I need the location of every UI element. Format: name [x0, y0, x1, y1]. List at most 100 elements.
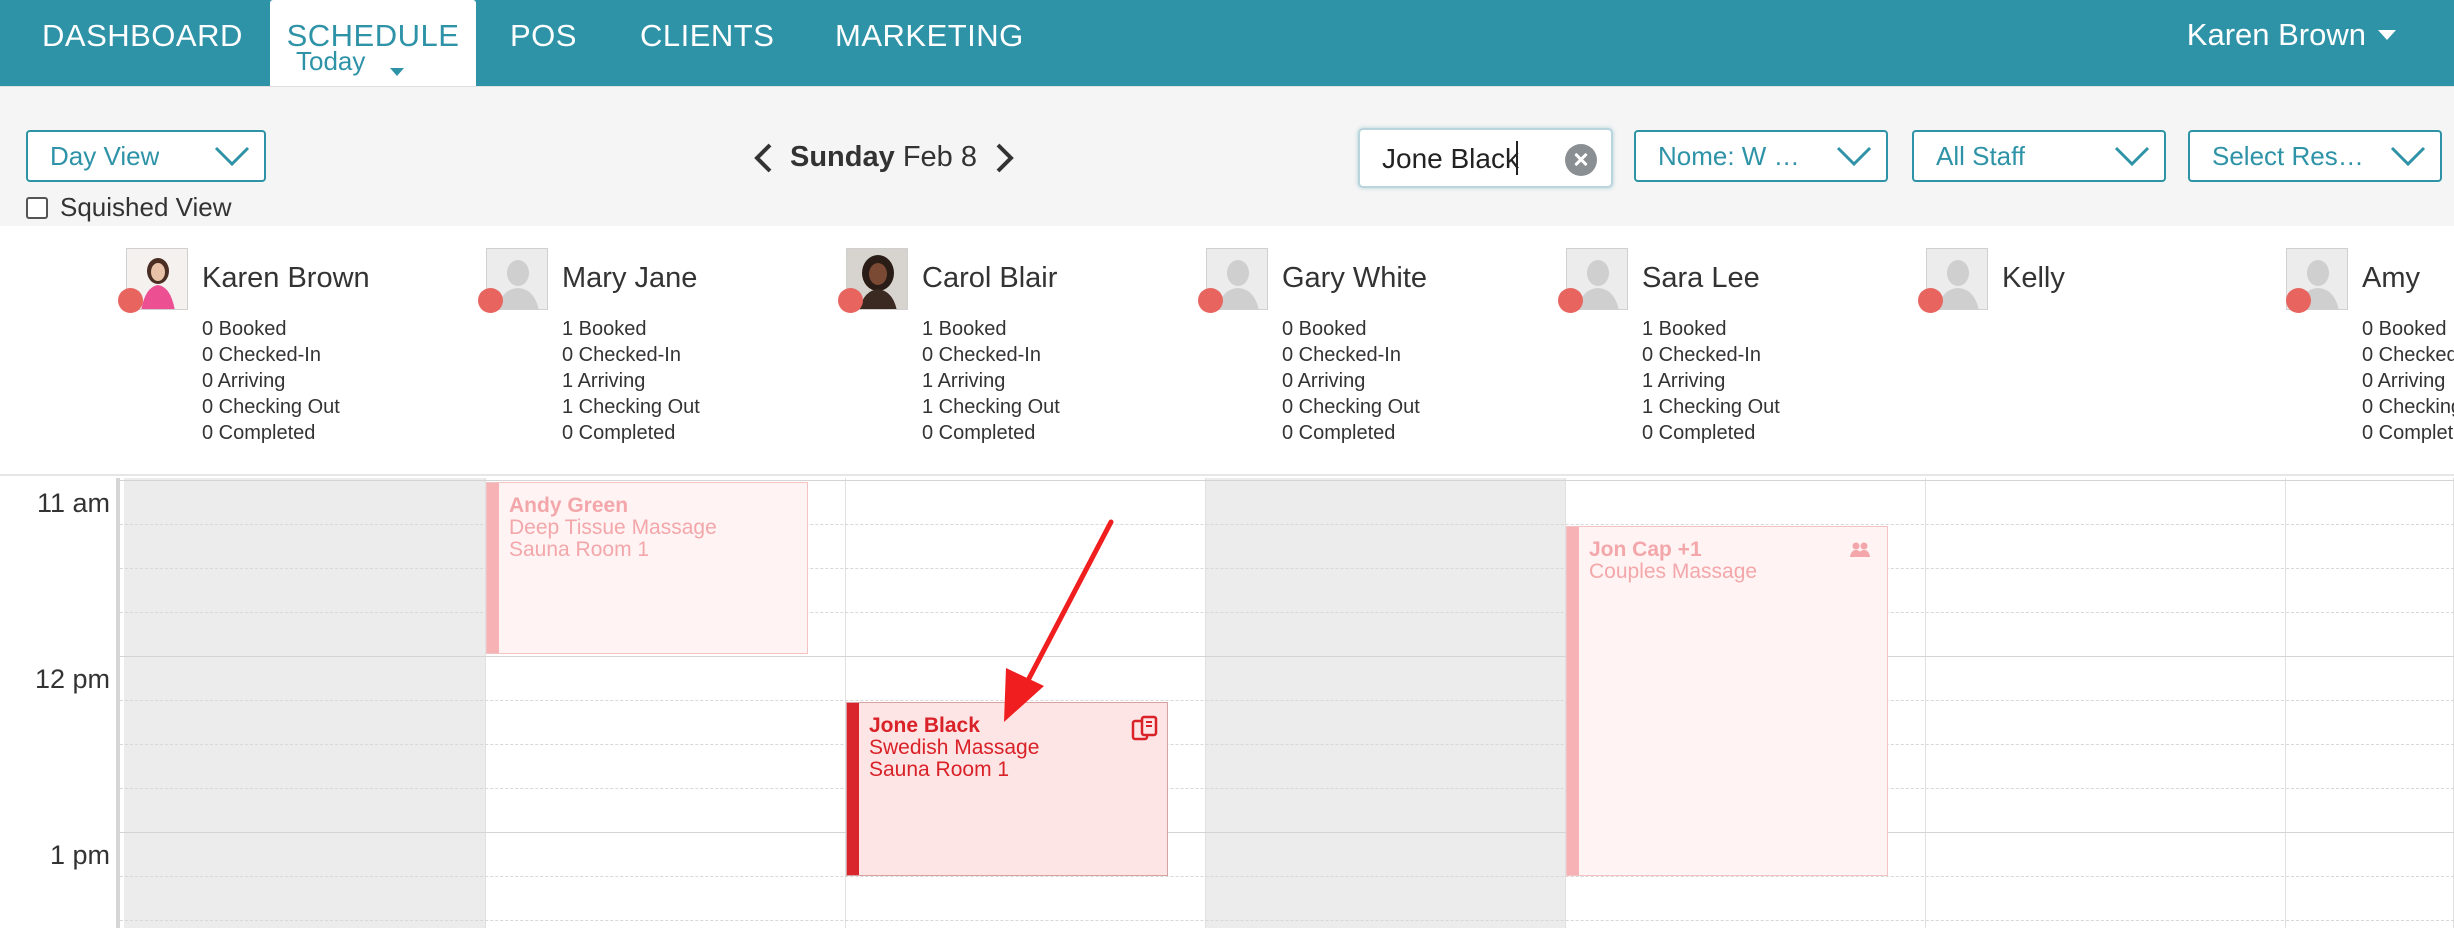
couples-icon: [1850, 542, 1870, 557]
stat-completed: 0 Completed: [1282, 422, 1396, 444]
next-day-chevron-icon[interactable]: [992, 142, 1016, 174]
stat-checking-out: 1 Checking Out: [562, 396, 700, 418]
status-dot: [1198, 288, 1223, 313]
appointment-client: Jone Black: [869, 714, 980, 737]
appointment-service: Swedish Massage: [869, 736, 1040, 759]
user-name: Karen Brown: [2186, 17, 2366, 52]
stat-checking-out: 1 Checking Out: [922, 396, 1060, 418]
squished-view-checkbox[interactable]: [26, 196, 48, 219]
stat-checked-in: 0 Checked-In: [1282, 344, 1401, 366]
chevron-down-icon: [2390, 146, 2426, 167]
staff-header-row: Karen Brown 0 Booked 0 Checked-In 0 Arri…: [0, 226, 2454, 476]
staff-column-slots[interactable]: [1206, 478, 1566, 928]
prev-day-chevron-icon[interactable]: [752, 142, 776, 174]
slot-line: [0, 700, 2454, 701]
stat-arriving: 0 Arriving: [2362, 370, 2446, 392]
stat-arriving: 0 Arriving: [1282, 370, 1366, 392]
staff-name: Mary Jane: [562, 262, 698, 294]
stat-booked: 1 Booked: [922, 318, 1007, 340]
appointment-status-bar: [847, 703, 859, 875]
appointment-service: Couples Massage: [1589, 560, 1758, 583]
today-button[interactable]: Today: [296, 46, 365, 77]
location-select-value: Nome: W Sep...: [1658, 141, 1816, 171]
slot-line: [0, 788, 2454, 789]
stat-checking-out: 0 Checking Out: [2362, 396, 2454, 418]
staff-name: Carol Blair: [922, 262, 1058, 294]
stat-arriving: 1 Arriving: [1642, 370, 1726, 392]
staff-stats: 1 Booked 0 Checked-In 1 Arriving 1 Check…: [922, 316, 1060, 446]
date-value: Feb 8: [902, 141, 977, 173]
chevron-down-icon: [1836, 146, 1872, 167]
appointment-service: Deep Tissue Massage: [509, 516, 717, 539]
staff-column-sara-lee[interactable]: Sara Lee 1 Booked 0 Checked-In 1 Arrivin…: [1558, 248, 1926, 468]
search-value: Jone Black: [1382, 143, 1519, 174]
staff-name: Kelly: [2002, 262, 2065, 294]
staff-select[interactable]: All Staff: [1912, 130, 2166, 182]
client-search-input[interactable]: Jone Black: [1358, 128, 1613, 188]
staff-stats: 0 Booked 0 Checked-In 0 Arriving 0 Check…: [2362, 316, 2454, 446]
user-menu[interactable]: Karen Brown: [2187, 0, 2396, 72]
resource-select[interactable]: Select Resou...: [2188, 130, 2442, 182]
staff-stats: 1 Booked 0 Checked-In 1 Arriving 1 Check…: [562, 316, 700, 446]
staff-stats: 1 Booked 0 Checked-In 1 Arriving 1 Check…: [1642, 316, 1780, 446]
resource-select-value: Select Resou...: [2212, 141, 2370, 171]
chevron-down-icon: [214, 146, 250, 167]
staff-column-slots[interactable]: [1926, 478, 2286, 928]
tab-dashboard[interactable]: DASHBOARD: [42, 0, 243, 86]
stat-completed: 0 Completed: [922, 422, 1036, 444]
staff-column-carol-blair[interactable]: Carol Blair 1 Booked 0 Checked-In 1 Arri…: [838, 248, 1206, 468]
staff-column-slots[interactable]: [2286, 478, 2454, 928]
stat-completed: 0 Completed: [1642, 422, 1756, 444]
staff-select-value: All Staff: [1936, 141, 2026, 171]
staff-column-kelly[interactable]: Kelly: [1918, 248, 2286, 468]
top-navigation: DASHBOARD SCHEDULE POS CLIENTS MARKETING…: [0, 0, 2454, 86]
stat-booked: 0 Booked: [1282, 318, 1367, 340]
staff-column-gary-white[interactable]: Gary White 0 Booked 0 Checked-In 0 Arriv…: [1198, 248, 1566, 468]
stat-checking-out: 1 Checking Out: [1642, 396, 1780, 418]
slot-line: [0, 876, 2454, 877]
stat-checking-out: 0 Checking Out: [1282, 396, 1420, 418]
cards-icon: [1131, 715, 1158, 741]
stat-arriving: 1 Arriving: [562, 370, 646, 392]
stat-checked-in: 0 Checked-In: [922, 344, 1041, 366]
staff-stats: 0 Booked 0 Checked-In 0 Arriving 0 Check…: [202, 316, 340, 446]
squished-view-label: Squished View: [60, 192, 232, 222]
hour-line: [0, 832, 2454, 833]
tab-pos[interactable]: POS: [510, 0, 577, 86]
hour-line: [0, 656, 2454, 657]
staff-column-karen-brown[interactable]: Karen Brown 0 Booked 0 Checked-In 0 Arri…: [118, 248, 486, 468]
appointment-status-bar: [1567, 527, 1579, 875]
time-label: 11 am: [36, 488, 110, 518]
today-caret-icon[interactable]: [390, 68, 404, 76]
location-select[interactable]: Nome: W Sep...: [1634, 130, 1888, 182]
staff-name: Karen Brown: [202, 262, 370, 294]
slot-line: [0, 612, 2454, 613]
appointment-client: Jon Cap +1: [1589, 538, 1702, 561]
view-select[interactable]: Day View: [26, 130, 266, 182]
slot-line: [0, 568, 2454, 569]
appointment-andy-green[interactable]: Andy Green Deep Tissue Massage Sauna Roo…: [486, 482, 808, 654]
stat-checking-out: 0 Checking Out: [202, 396, 340, 418]
staff-column-amy[interactable]: Amy 0 Booked 0 Checked-In 0 Arriving 0 C…: [2286, 248, 2454, 468]
chevron-down-icon: [2114, 146, 2150, 167]
appointment-jon-cap[interactable]: Jon Cap +1 Couples Massage: [1566, 526, 1888, 876]
tab-clients[interactable]: CLIENTS: [640, 0, 774, 86]
staff-stats: 0 Booked 0 Checked-In 0 Arriving 0 Check…: [1282, 316, 1420, 446]
staff-column-mary-jane[interactable]: Mary Jane 1 Booked 0 Checked-In 1 Arrivi…: [478, 248, 846, 468]
slot-line: [0, 744, 2454, 745]
appointment-client: Andy Green: [509, 494, 629, 517]
tab-marketing[interactable]: MARKETING: [835, 0, 1024, 86]
caret-down-icon: [2378, 29, 2396, 40]
text-cursor: [1516, 141, 1518, 175]
schedule-app: DASHBOARD SCHEDULE POS CLIENTS MARKETING…: [0, 0, 2454, 928]
staff-column-slots[interactable]: [124, 478, 486, 928]
staff-name: Amy: [2362, 262, 2420, 294]
stat-arriving: 0 Arriving: [202, 370, 286, 392]
status-dot: [2286, 288, 2311, 313]
clear-search-icon[interactable]: [1565, 144, 1597, 176]
appointment-jone-black[interactable]: Jone Black Swedish Massage Sauna Room 1: [846, 702, 1168, 876]
hour-line: [0, 480, 2454, 481]
appointment-room: Sauna Room 1: [509, 538, 650, 561]
view-select-value: Day View: [50, 141, 160, 171]
staff-name: Sara Lee: [1642, 262, 1760, 294]
